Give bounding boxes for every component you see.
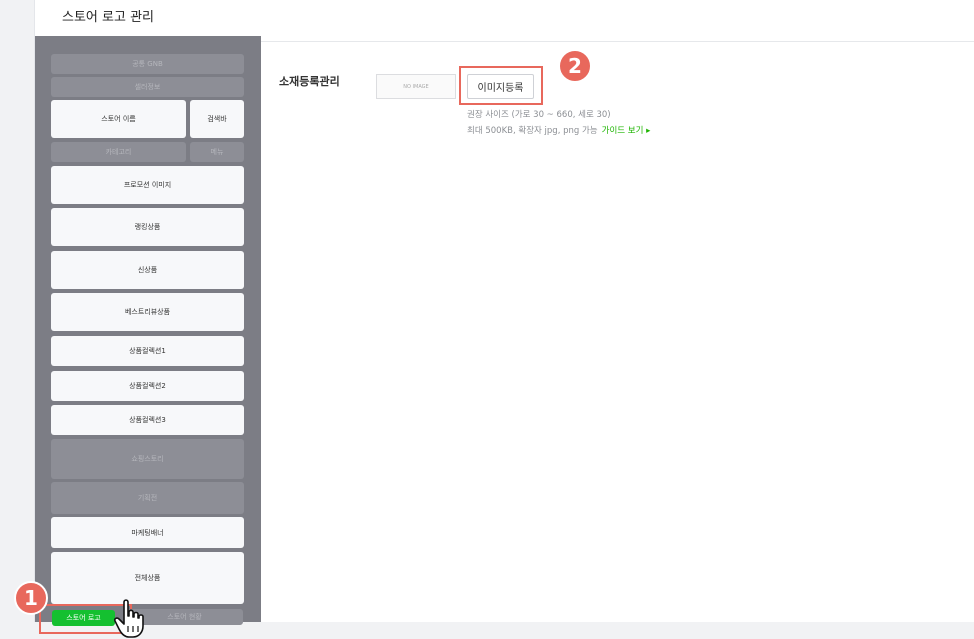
logo-image-preview: NO IMAGE [376, 74, 456, 99]
layout-block-all-products[interactable]: 전체상품 [51, 552, 244, 604]
image-register-button[interactable]: 이미지등록 [467, 74, 534, 99]
guide-link[interactable]: 가이드 보기 ▸ [602, 126, 651, 136]
layout-block-promotion-image[interactable]: 프로모션 이미지 [51, 166, 244, 204]
hand-pointer-icon [114, 599, 144, 638]
store-logo-button[interactable]: 스토어 로고 [52, 610, 115, 626]
step-2-badge: 2 [558, 49, 592, 83]
layout-block-store-name[interactable]: 스토어 이름 [51, 100, 186, 138]
layout-block-exhibition[interactable]: 기획전 [51, 482, 244, 514]
layout-block-shopping-story[interactable]: 쇼핑스토리 [51, 439, 244, 479]
layout-block-best-review-products[interactable]: 베스트리뷰상품 [51, 293, 244, 331]
layout-block-seller-info[interactable]: 셀러정보 [51, 77, 244, 97]
left-gutter [0, 0, 34, 639]
layout-block-new-products[interactable]: 신상품 [51, 251, 244, 289]
layout-block-gnb[interactable]: 공통 GNB [51, 54, 244, 74]
layout-block-collection-3[interactable]: 상품컬렉션3 [51, 405, 244, 435]
layout-block-category[interactable]: 카테고리 [51, 142, 186, 162]
store-layout-panel: 공통 GNB 셀러정보 스토어 이름 검색바 카테고리 메뉴 프로모션 이미지 … [35, 36, 261, 633]
page-title: 스토어 로고 관리 [62, 10, 154, 25]
layout-block-menu[interactable]: 메뉴 [190, 142, 244, 162]
main-card: 스토어 로고 관리 공통 GNB 셀러정보 스토어 이름 검색바 카테고리 메뉴… [34, 0, 974, 633]
step-1-badge: 1 [14, 581, 48, 615]
layout-block-search-bar[interactable]: 검색바 [190, 100, 244, 138]
layout-block-collection-1[interactable]: 상품컬렉션1 [51, 336, 244, 366]
layout-block-ranking-products[interactable]: 랭킹상품 [51, 208, 244, 246]
content-area: 소재등록관리 NO IMAGE 이미지등록 2 권장 사이즈 (가로 30 ~ … [261, 42, 974, 622]
file-hint-text: 최대 500KB, 확장자 jpg, png 가능 [467, 126, 598, 136]
section-label: 소재등록관리 [279, 75, 340, 88]
file-hint: 최대 500KB, 확장자 jpg, png 가능 가이드 보기 ▸ [467, 124, 650, 136]
size-hint: 권장 사이즈 (가로 30 ~ 660, 세로 30) [467, 110, 611, 120]
layout-block-collection-2[interactable]: 상품컬렉션2 [51, 371, 244, 401]
layout-block-marketing-banner[interactable]: 마케팅배너 [51, 517, 244, 548]
